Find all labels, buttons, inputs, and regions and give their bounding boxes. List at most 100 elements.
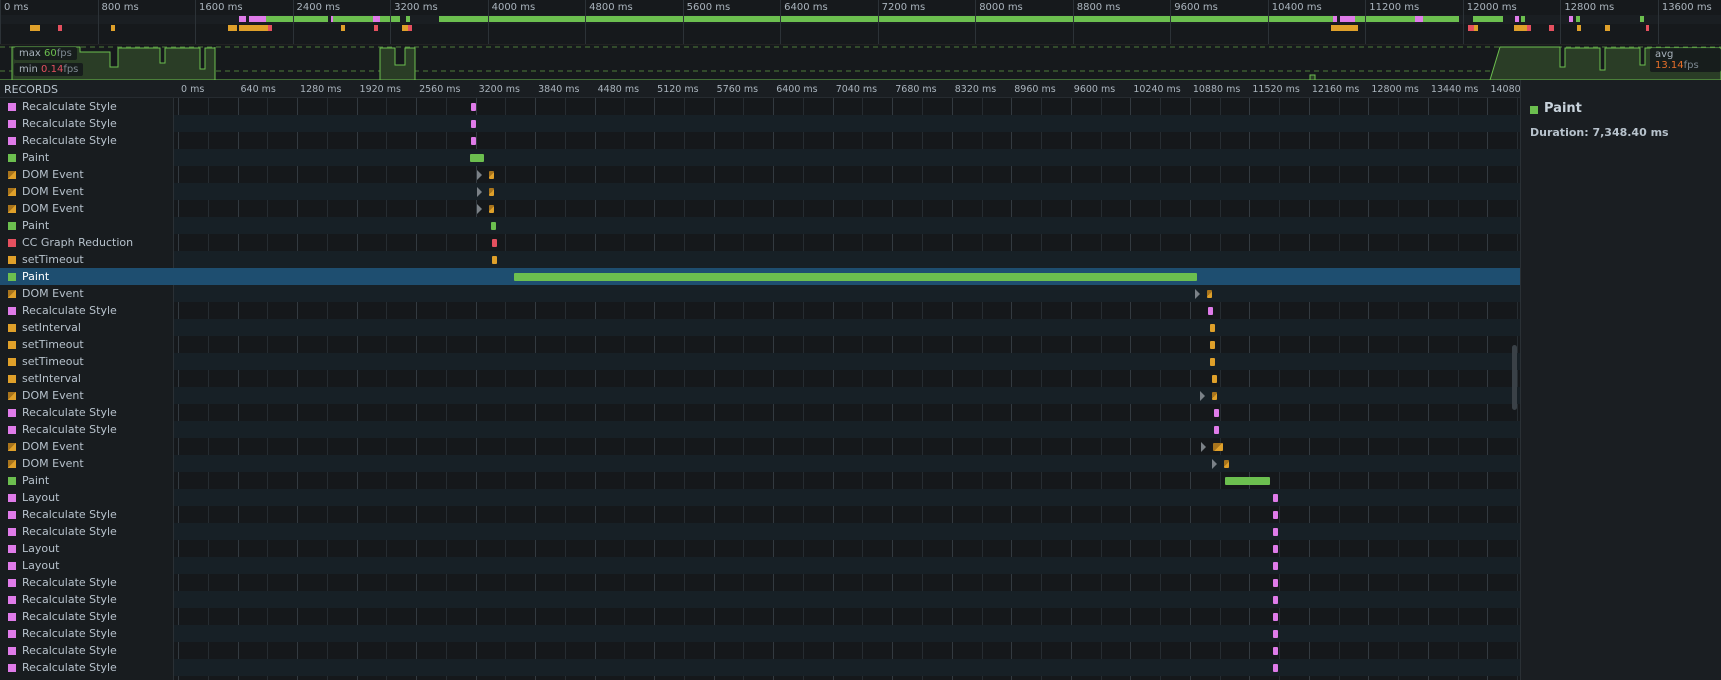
record-item[interactable]: Recalculate Style [0, 608, 174, 625]
timeline-row[interactable] [174, 217, 1520, 234]
overview-pane[interactable]: 0 ms 800 ms 1600 ms 2400 ms 3200 ms 4000 ms 48… [0, 0, 1721, 44]
record-item[interactable]: Recalculate Style [0, 115, 174, 132]
record-item[interactable]: Recalculate Style [0, 523, 174, 540]
record-item[interactable]: DOM Event [0, 455, 174, 472]
timeline-row[interactable] [174, 659, 1520, 676]
record-bar-rendering[interactable] [1273, 613, 1279, 621]
record-item[interactable]: setTimeout [0, 353, 174, 370]
records-timeline[interactable] [174, 98, 1520, 680]
records-list[interactable]: Recalculate Style Recalculate Style Recalc… [0, 98, 174, 680]
timeline-row[interactable] [174, 132, 1520, 149]
record-bar-scripting[interactable] [1211, 392, 1217, 400]
timeline-row[interactable] [174, 370, 1520, 387]
record-bar-scripting[interactable] [488, 188, 494, 196]
timeline-row[interactable] [174, 591, 1520, 608]
timeline-row[interactable] [174, 115, 1520, 132]
timeline-row[interactable] [174, 353, 1520, 370]
record-item[interactable]: Layout [0, 540, 174, 557]
timeline-row[interactable] [174, 540, 1520, 557]
timeline-row[interactable] [174, 200, 1520, 217]
record-item[interactable]: DOM Event [0, 387, 174, 404]
record-item[interactable]: setTimeout [0, 251, 174, 268]
fps-graph[interactable]: max 60fps min 0.14fps avg 13.14fps [0, 44, 1721, 81]
record-item[interactable]: Recalculate Style [0, 574, 174, 591]
timeline-row[interactable] [174, 472, 1520, 489]
record-item[interactable]: DOM Event [0, 166, 174, 183]
timeline-row[interactable] [174, 506, 1520, 523]
timeline-row[interactable] [174, 319, 1520, 336]
record-item[interactable]: Recalculate Style [0, 404, 174, 421]
record-item[interactable]: CC Graph Reduction [0, 234, 174, 251]
record-item[interactable]: setTimeout [0, 336, 174, 353]
timeline-row[interactable] [174, 251, 1520, 268]
record-bar-rendering[interactable] [1273, 494, 1279, 502]
timeline-row[interactable] [174, 421, 1520, 438]
timeline-row[interactable] [174, 183, 1520, 200]
record-bar-scripting[interactable] [488, 171, 494, 179]
timeline-row[interactable] [174, 438, 1520, 455]
timeline-row[interactable] [174, 574, 1520, 591]
timeline-row[interactable] [174, 166, 1520, 183]
record-bar-rendering[interactable] [1273, 528, 1279, 536]
record-item[interactable]: setInterval [0, 370, 174, 387]
record-item[interactable]: DOM Event [0, 438, 174, 455]
record-bar-scripting[interactable] [1223, 460, 1229, 468]
record-bar-scripting[interactable] [492, 256, 498, 264]
timeline-row[interactable] [174, 404, 1520, 421]
record-bar-other[interactable] [492, 239, 498, 247]
record-bar-rendering[interactable] [1208, 307, 1214, 315]
record-bar-painting[interactable] [470, 154, 485, 162]
expand-arrow-icon[interactable] [1195, 289, 1201, 299]
record-item[interactable]: Recalculate Style [0, 132, 174, 149]
scrollbar[interactable] [1512, 345, 1517, 410]
record-bar-scripting[interactable] [1207, 290, 1213, 298]
timeline-row[interactable] [174, 302, 1520, 319]
record-item[interactable]: Paint [0, 217, 174, 234]
expand-arrow-icon[interactable] [1211, 459, 1217, 469]
timeline-row[interactable] [174, 268, 1520, 285]
timeline-row[interactable] [174, 387, 1520, 404]
record-bar-painting[interactable] [490, 222, 496, 230]
timeline-row[interactable] [174, 149, 1520, 166]
expand-arrow-icon[interactable] [476, 204, 482, 214]
timeline-row[interactable] [174, 608, 1520, 625]
record-bar-rendering[interactable] [1273, 545, 1279, 553]
timeline-row[interactable] [174, 625, 1520, 642]
record-item[interactable]: Paint [0, 149, 174, 166]
expand-arrow-icon[interactable] [476, 170, 482, 180]
record-item[interactable]: Recalculate Style [0, 591, 174, 608]
record-bar-rendering[interactable] [1273, 664, 1279, 672]
record-item[interactable]: Recalculate Style [0, 421, 174, 438]
record-item[interactable]: setInterval [0, 319, 174, 336]
record-item[interactable]: DOM Event [0, 200, 174, 217]
record-item[interactable]: Recalculate Style [0, 506, 174, 523]
timeline-row[interactable] [174, 642, 1520, 659]
timeline-row[interactable] [174, 285, 1520, 302]
record-item[interactable]: Recalculate Style [0, 98, 174, 115]
record-bar-rendering[interactable] [1273, 511, 1279, 519]
expand-arrow-icon[interactable] [476, 187, 482, 197]
record-bar-rendering[interactable] [470, 137, 476, 145]
record-bar-painting[interactable] [1224, 477, 1271, 485]
record-item[interactable]: Recalculate Style [0, 625, 174, 642]
record-bar-painting[interactable] [514, 273, 1198, 281]
record-bar-rendering[interactable] [470, 103, 476, 111]
record-item[interactable]: Recalculate Style [0, 659, 174, 676]
record-bar-rendering[interactable] [1213, 426, 1219, 434]
timeline-row[interactable] [174, 523, 1520, 540]
record-bar-scripting[interactable] [1209, 341, 1215, 349]
record-bar-rendering[interactable] [1213, 409, 1219, 417]
record-bar-scripting[interactable] [1209, 324, 1215, 332]
record-bar-rendering[interactable] [1273, 630, 1279, 638]
record-bar-rendering[interactable] [1273, 596, 1279, 604]
record-bar-scripting[interactable] [1211, 375, 1217, 383]
timeline-row[interactable] [174, 557, 1520, 574]
record-item[interactable]: Recalculate Style [0, 642, 174, 659]
record-bar-rendering[interactable] [470, 120, 476, 128]
record-item[interactable]: Paint [0, 268, 174, 285]
expand-arrow-icon[interactable] [1199, 391, 1205, 401]
timeline-row[interactable] [174, 489, 1520, 506]
record-item[interactable]: DOM Event [0, 183, 174, 200]
record-bar-scripting[interactable] [488, 205, 494, 213]
record-item[interactable]: Layout [0, 489, 174, 506]
